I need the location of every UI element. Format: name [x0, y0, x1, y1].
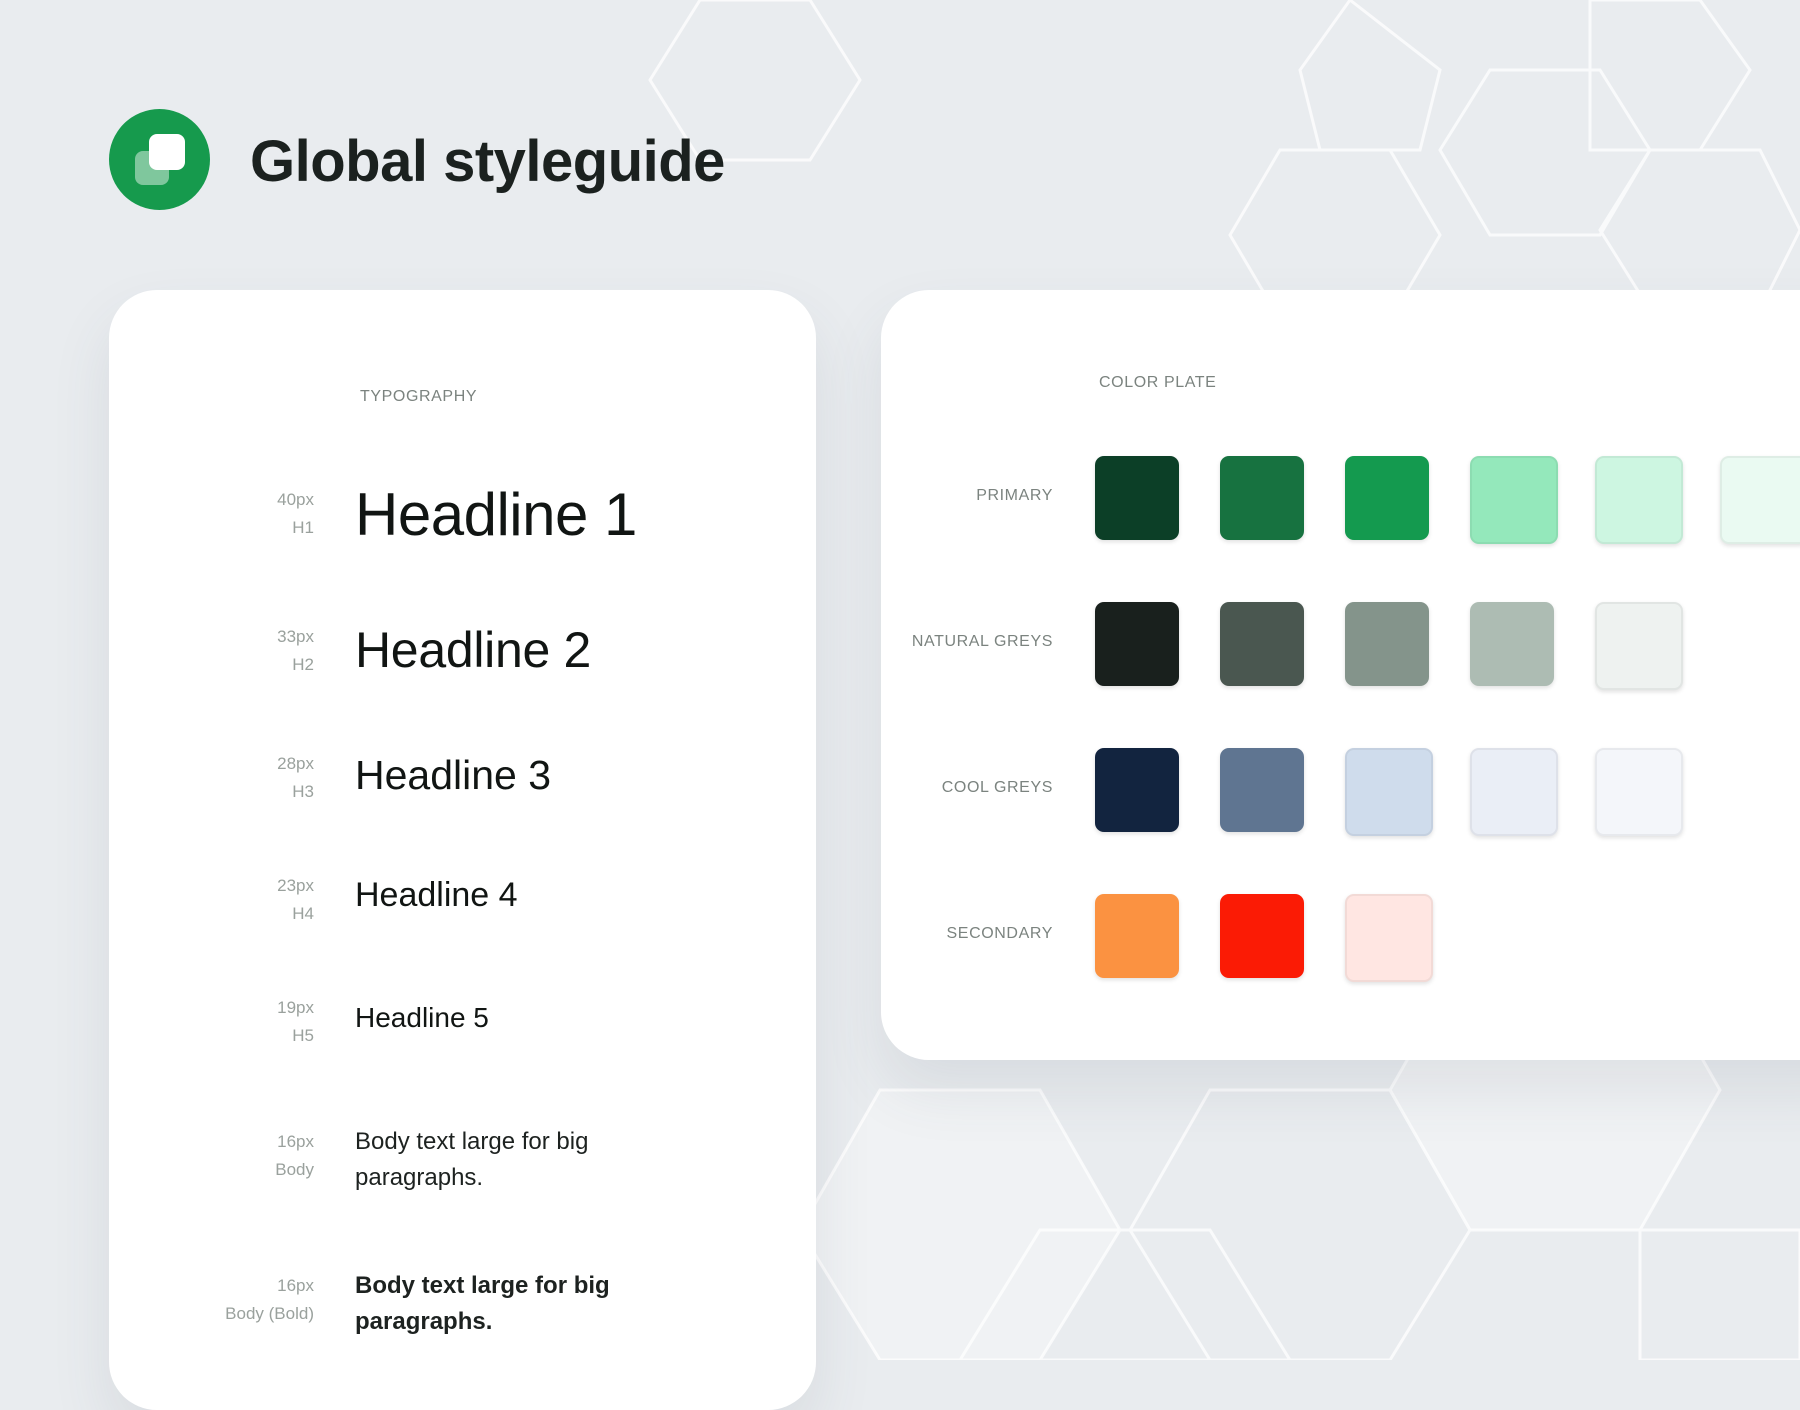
color-swatch[interactable] [1345, 456, 1429, 540]
typography-meta: 23px H4 [277, 872, 314, 928]
font-size-label: 16px [277, 1132, 314, 1151]
color-row-label: SECONDARY [946, 925, 1053, 942]
typography-meta: 16px Body (Bold) [225, 1272, 314, 1328]
color-swatch[interactable] [1095, 748, 1179, 832]
color-row-label: NATURAL GREYS [911, 633, 1053, 650]
typography-card: TYPOGRAPHY 40px H1 Headline 1 33px H2 He… [109, 290, 816, 1410]
font-size-label: 28px [277, 754, 314, 773]
font-size-label: 19px [277, 998, 314, 1017]
body-bold-text-sample: Body text large for big paragraphs. [355, 1272, 610, 1335]
font-size-label: 40px [277, 490, 314, 509]
color-plate-section-label: COLOR PLATE [1099, 374, 1217, 391]
color-row-secondary: SECONDARY [881, 894, 1800, 982]
color-row-label: COOL GREYS [941, 779, 1053, 796]
font-size-label: 33px [277, 627, 314, 646]
color-plate-card: COLOR PLATE PRIMARY NATURAL GREYS COOL G… [881, 290, 1800, 1060]
color-swatch[interactable] [1220, 456, 1304, 540]
style-tag-label: Body [275, 1160, 314, 1179]
color-row-label: PRIMARY [976, 487, 1053, 504]
color-swatch[interactable] [1220, 602, 1304, 686]
headline-5-sample: Headline 5 [355, 1002, 489, 1033]
body-text-sample: Body text large for big paragraphs. [355, 1128, 589, 1191]
typography-meta: 19px H5 [277, 994, 314, 1050]
font-size-label: 16px [277, 1276, 314, 1295]
color-swatch[interactable] [1220, 894, 1304, 978]
style-tag-label: H3 [292, 782, 314, 801]
color-swatch[interactable] [1470, 748, 1558, 836]
logo-front-square [149, 134, 185, 170]
typography-meta: 40px H1 [277, 486, 314, 542]
color-swatch[interactable] [1595, 602, 1683, 690]
color-swatch[interactable] [1095, 894, 1179, 978]
style-tag-label: H2 [292, 655, 314, 674]
color-swatch[interactable] [1095, 602, 1179, 686]
color-swatch[interactable] [1095, 456, 1179, 540]
headline-4-sample: Headline 4 [355, 876, 518, 914]
color-row-natural-greys: NATURAL GREYS [881, 602, 1800, 690]
font-size-label: 23px [277, 876, 314, 895]
page-title: Global styleguide [250, 129, 725, 194]
style-tag-label: H5 [292, 1026, 314, 1045]
color-swatch[interactable] [1345, 894, 1433, 982]
headline-3-sample: Headline 3 [355, 752, 552, 798]
color-swatch[interactable] [1345, 602, 1429, 686]
logo-icon [109, 109, 210, 210]
typography-meta: 16px Body [275, 1128, 314, 1184]
color-swatch[interactable] [1220, 748, 1304, 832]
headline-2-sample: Headline 2 [355, 622, 592, 678]
color-swatch[interactable] [1470, 456, 1558, 544]
typography-meta: 33px H2 [277, 623, 314, 679]
style-tag-label: H1 [292, 518, 314, 537]
color-swatch[interactable] [1595, 748, 1683, 836]
style-tag-label: Body (Bold) [225, 1304, 314, 1323]
style-tag-label: H4 [292, 904, 314, 923]
color-swatch[interactable] [1345, 748, 1433, 836]
color-row-cool-greys: COOL GREYS [881, 748, 1800, 836]
color-row-primary: PRIMARY [881, 456, 1800, 544]
color-swatch[interactable] [1720, 456, 1800, 544]
typography-meta: 28px H3 [277, 750, 314, 806]
typography-section-label: TYPOGRAPHY [360, 388, 478, 405]
color-swatch[interactable] [1595, 456, 1683, 544]
headline-1-sample: Headline 1 [355, 481, 637, 548]
color-swatch[interactable] [1470, 602, 1554, 686]
